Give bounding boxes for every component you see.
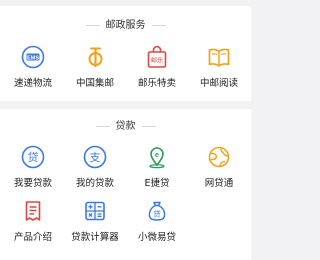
my-loans-item[interactable]: 支 我的贷款 [64, 145, 126, 189]
apply-loan-label: 我要贷款 [13, 178, 52, 189]
postal-reading-label: 中邮阅读 [199, 78, 238, 89]
philately-icon [88, 47, 103, 68]
loans-section: 贷款 贷 我要贷款 支 我的贷款 e E捷贷 网贷通 产品介绍 贷款计算器 贷 … [0, 109, 251, 260]
globe-icon [208, 146, 230, 168]
document-icon [25, 201, 41, 221]
youle-sale-label: 邮乐特卖 [137, 78, 176, 89]
loan-calculator-label: 贷款计算器 [71, 232, 119, 243]
youle-sale-item[interactable]: 邮乐 邮乐特卖 [126, 45, 188, 89]
svg-text:支: 支 [90, 151, 101, 164]
e-location-icon: e [149, 147, 165, 169]
e-quick-loan-label: E捷贷 [144, 178, 170, 189]
e-quick-loan-item[interactable]: e E捷贷 [126, 145, 188, 189]
calculator-icon [85, 201, 105, 221]
open-book-icon [208, 48, 230, 67]
svg-text:邮乐: 邮乐 [151, 57, 163, 65]
express-logistics-item[interactable]: EMS 速递物流 [2, 45, 64, 89]
china-philately-label: 中国集邮 [75, 78, 114, 89]
ems-icon: EMS [21, 45, 45, 69]
online-loan-label: 网贷通 [204, 178, 234, 189]
china-philately-item[interactable]: 中国集邮 [64, 45, 126, 89]
money-bag-icon: 贷 [148, 201, 166, 221]
online-loan-item[interactable]: 网贷通 [188, 145, 250, 189]
services-page: 邮政服务 EMS 速递物流 中国集邮 邮乐 邮乐特卖 中邮阅读 贷款 贷 我要贷… [0, 0, 251, 260]
postal-services-section: 邮政服务 EMS 速递物流 中国集邮 邮乐 邮乐特卖 中邮阅读 [0, 6, 251, 101]
postal-services-title: 邮政服务 [0, 16, 251, 31]
my-loans-label: 我的贷款 [75, 178, 114, 189]
svg-text:e: e [155, 152, 159, 159]
micro-loan-item[interactable]: 贷 小微易贷 [126, 199, 188, 243]
product-intro-item[interactable]: 产品介绍 [2, 199, 64, 243]
apply-loan-item[interactable]: 贷 我要贷款 [2, 145, 64, 189]
product-intro-label: 产品介绍 [13, 232, 52, 243]
express-logistics-label: 速递物流 [13, 78, 52, 89]
micro-loan-label: 小微易贷 [137, 232, 176, 243]
loan-calculator-item[interactable]: 贷款计算器 [64, 199, 126, 243]
shopping-bag-icon: 邮乐 [147, 45, 167, 68]
svg-text:贷: 贷 [28, 150, 39, 164]
svg-text:EMS: EMS [27, 55, 39, 61]
loan-circle-icon: 贷 [21, 145, 45, 169]
payment-circle-icon: 支 [83, 145, 107, 169]
loans-title: 贷款 [0, 117, 251, 132]
postal-reading-item[interactable]: 中邮阅读 [188, 45, 250, 89]
svg-text:贷: 贷 [153, 209, 161, 219]
